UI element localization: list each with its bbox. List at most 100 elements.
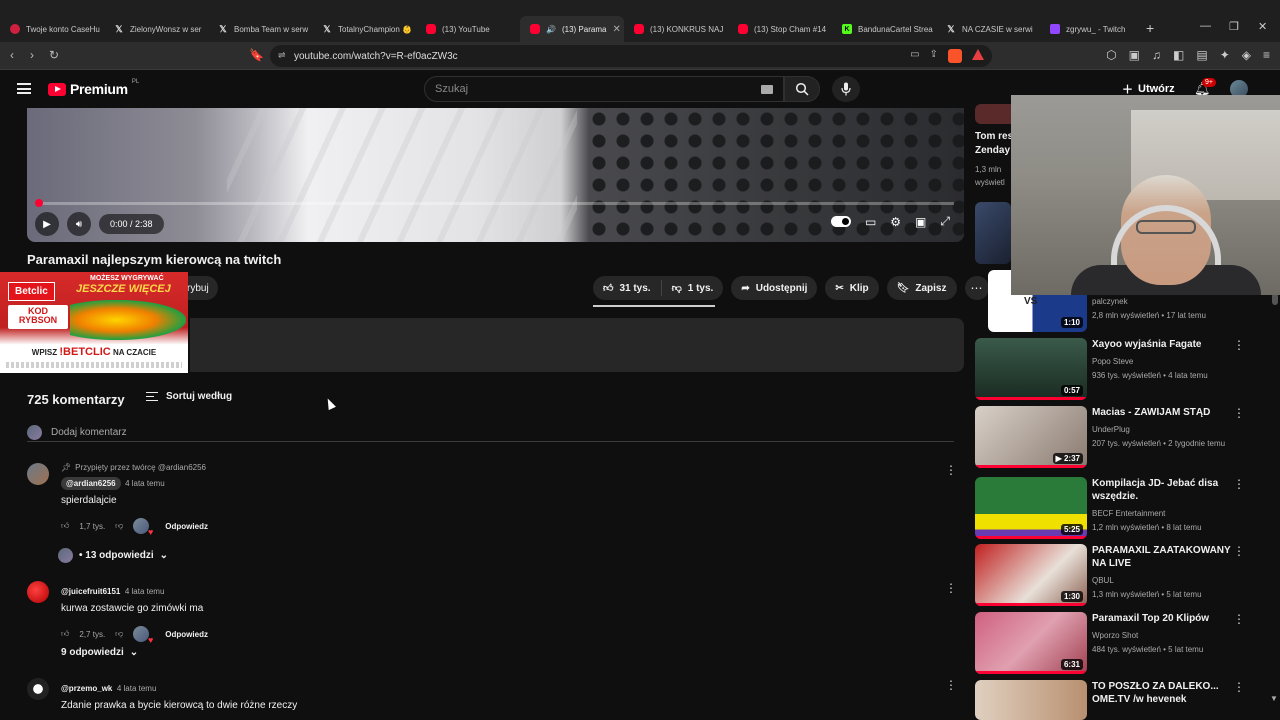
site-info-icon[interactable]: ⇌ [278,50,286,61]
sort-comments-button[interactable]: Sortuj według [146,391,232,402]
comment-menu-icon[interactable]: ⋮ [945,678,957,692]
music-icon[interactable]: ♫ [1152,48,1161,62]
comment-menu-icon[interactable]: ⋮ [945,463,957,477]
browser-tab[interactable]: 𝕏 NA CZASIE w serwi [936,16,1040,42]
scrubber-handle[interactable] [35,199,43,207]
back-icon[interactable]: ‹ [10,48,14,62]
close-window-icon[interactable]: ✕ [1258,20,1267,33]
play-button[interactable]: ▶ [35,212,59,236]
search-input[interactable]: Szukaj [424,76,784,102]
video-title[interactable]: Macias - ZAWIJAM STĄD [1092,406,1232,419]
fullscreen-icon[interactable]: ⤢ [940,214,950,229]
video-menu-icon[interactable]: ⋮ [1233,338,1245,352]
vpn-icon[interactable]: ◈ [1242,48,1251,62]
youtube-premium-logo[interactable]: Premium PL [48,79,139,97]
scroll-down-icon[interactable]: ▼ [1270,694,1278,703]
add-comment-field[interactable]: Dodaj komentarz [27,424,954,442]
settings-gear-icon[interactable]: ⚙ [890,215,901,229]
autoplay-toggle[interactable] [830,216,851,227]
browser-tab-active[interactable]: 🔊 (13) Parama ✕ [520,16,624,42]
related-video[interactable]: 5:25 Kompilacja JD- Jebać disa wszędzie.… [975,477,1265,539]
browser-tab[interactable]: (13) Stop Cham #14 [728,16,832,42]
commenter-avatar[interactable] [27,463,49,485]
thumbs-down-icon[interactable]: 👎︎ [115,521,123,531]
bookmark-icon[interactable]: 🔖 [249,48,264,62]
browser-tab[interactable]: zgrywu_ - Twitch [1040,16,1144,42]
browser-tab[interactable]: (13) KONKRUS NAJ [624,16,728,42]
channel-name[interactable]: palczynek [1092,297,1232,306]
channel-name[interactable]: QBUL [1092,576,1232,585]
browser-tab[interactable]: 𝕏 ZielonyWonsz w ser [104,16,208,42]
thumbs-down-icon[interactable]: 👎︎ [115,629,123,639]
reply-button[interactable]: Odpowiedz [165,630,208,639]
channel-name[interactable]: BECF Entertainment [1092,509,1232,518]
replies-toggle[interactable]: • 13 odpowiedzi ⌄ [58,548,178,563]
brave-rewards-icon[interactable] [972,49,984,60]
voice-search-button[interactable] [832,76,860,102]
channel-name[interactable]: UnderPlug [1092,425,1232,434]
related-video[interactable]: 1:30 PARAMAXIL ZAATAKOWANY NA LIVE QBUL … [975,544,1265,606]
browser-tab[interactable]: 𝕏 TotalnyChampion 👶 [312,16,416,42]
minimize-icon[interactable]: — [1200,20,1211,32]
video-title[interactable]: Xayoo wyjaśnia Fagate [1092,338,1232,351]
comment-author[interactable]: @przemo_wk [61,684,112,693]
comment-author[interactable]: @ardian6256 [61,477,121,490]
channel-name[interactable]: Wporzo Shot [1092,631,1232,640]
close-tab-icon[interactable]: ✕ [612,24,620,35]
theater-mode-icon[interactable]: ▣ [915,215,926,229]
video-menu-icon[interactable]: ⋮ [1233,406,1245,420]
video-player[interactable]: ▶ 🔊︎ 0:00 / 2:38 ▭ ⚙ ▣ ⤢ [27,108,964,242]
replies-toggle[interactable]: 9 odpowiedzi ⌄ [61,647,181,658]
browser-tab[interactable]: (13) YouTube [416,16,520,42]
comment-menu-icon[interactable]: ⋮ [945,581,957,595]
clip-button[interactable]: ✂ Klip [825,276,879,300]
wallet-card-icon[interactable]: ▤ [1196,48,1207,62]
url-field[interactable]: ⇌ youtube.com/watch?v=R-ef0acZW3c ▭ ⇪ [270,45,992,67]
comment-time[interactable]: 4 lata temu [125,479,165,488]
commenter-avatar[interactable] [27,678,49,700]
like-button[interactable]: 👍︎ 31 tys. [593,276,661,300]
description-box[interactable] [190,318,964,372]
related-video[interactable]: 6:31 Paramaxil Top 20 Klipów Wporzo Shot… [975,612,1265,674]
comment-time[interactable]: 4 lata temu [125,587,165,596]
video-title[interactable]: PARAMAXIL ZAATAKOWANY NA LIVE [1092,544,1232,570]
new-tab-icon[interactable]: + [1146,20,1154,36]
reload-icon[interactable]: ↻ [49,48,59,62]
video-menu-icon[interactable]: ⋮ [1233,477,1245,491]
hamburger-menu-icon[interactable] [17,83,31,94]
leo-icon[interactable]: ✦ [1220,48,1230,62]
video-progress-bar[interactable] [35,199,954,207]
forward-icon[interactable]: › [30,48,34,62]
related-video[interactable]: 0:57 Xayoo wyjaśnia Fagate Popo Steve 93… [975,338,1265,400]
video-title[interactable]: Kompilacja JD- Jebać disa wszędzie. [1092,477,1232,503]
menu-icon[interactable]: ≡ [1263,48,1270,62]
keyboard-icon[interactable] [761,85,773,94]
browser-tab[interactable]: K BandunaCartel Strea [832,16,936,42]
commenter-avatar[interactable] [27,581,49,603]
reply-button[interactable]: Odpowiedz [165,522,208,531]
screen-cast-icon[interactable]: ▭ [910,49,919,63]
browser-tab[interactable]: Twoje konto CaseHu [0,16,104,42]
related-video[interactable]: TO POSZŁO ZA DALEKO... OME.TV /w hevenek… [975,680,1265,720]
browser-tab[interactable]: 𝕏 Bomba Team w serw [208,16,312,42]
video-menu-icon[interactable]: ⋮ [1233,612,1245,626]
comment-author[interactable]: @juicefruit6151 [61,587,120,596]
sidebar-icon[interactable]: ◧ [1173,48,1184,62]
brave-shields-icon[interactable] [948,49,962,63]
video-title[interactable]: TO POSZŁO ZA DALEKO... OME.TV /w hevenek [1092,680,1232,706]
save-button[interactable]: 🔖︎ Zapisz [886,276,957,300]
extensions-icon[interactable]: ⬡ [1106,48,1116,62]
video-menu-icon[interactable]: ⋮ [1233,680,1245,694]
maximize-icon[interactable]: ❐ [1229,20,1239,33]
comment-time[interactable]: 4 lata temu [117,684,157,693]
thumbs-up-icon[interactable]: 👍︎ [61,521,69,531]
video-title[interactable]: Paramaxil Top 20 Klipów [1092,612,1232,625]
thumbs-up-icon[interactable]: 👍︎ [61,629,69,639]
share-button[interactable]: ➦ Udostępnij [731,276,818,300]
search-button[interactable] [784,76,820,102]
video-menu-icon[interactable]: ⋮ [1233,544,1245,558]
share-icon[interactable]: ⇪ [930,49,938,63]
subtitles-icon[interactable]: ▭ [865,215,876,229]
dislike-button[interactable]: 👎︎ 1 tys. [662,276,724,300]
wallet-icon[interactable]: ▣ [1129,48,1140,62]
